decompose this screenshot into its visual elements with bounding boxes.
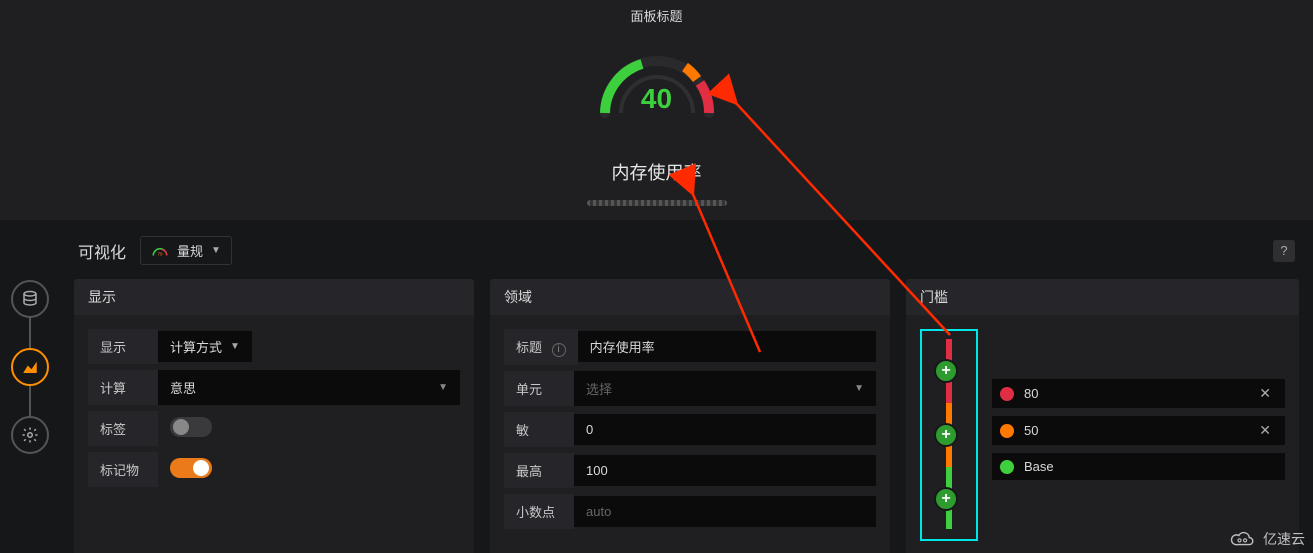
gauge-value: 40 <box>587 83 727 115</box>
decimals-input[interactable] <box>574 496 876 527</box>
chevron-down-icon: ▼ <box>211 245 221 256</box>
info-icon[interactable]: i <box>552 343 566 357</box>
tags-toggle[interactable] <box>170 417 212 437</box>
threshold-row: ✕ <box>992 379 1285 408</box>
remove-threshold-button[interactable]: ✕ <box>1253 422 1277 439</box>
watermark-text: 亿速云 <box>1263 529 1305 549</box>
threshold-row: ✕ <box>992 416 1285 445</box>
add-threshold-button[interactable]: + <box>934 359 958 383</box>
chevron-down-icon: ▼ <box>438 382 448 393</box>
threshold-value-input[interactable] <box>1024 386 1253 401</box>
svg-text:79: 79 <box>158 251 164 256</box>
topbar: 可视化 79 量规 ▼ ? <box>78 236 1295 265</box>
field-card: 领域 标题 i 单元 选择 ▼ <box>490 279 890 553</box>
max-label: 最高 <box>504 453 574 488</box>
resize-handle[interactable] <box>587 200 727 206</box>
threshold-value-input[interactable] <box>1024 459 1277 474</box>
gauge-icon: 79 <box>151 245 169 257</box>
gauge: 40 内存使用率 <box>0 33 1313 185</box>
remove-threshold-button[interactable]: ✕ <box>1253 385 1277 402</box>
editor-area: 可视化 79 量规 ▼ ? 显示 显示 计 <box>0 220 1313 553</box>
editor-main: 可视化 79 量规 ▼ ? 显示 显示 计 <box>60 220 1313 553</box>
calc-label: 计算 <box>88 370 158 405</box>
threshold-list: ✕ ✕ <box>992 329 1285 541</box>
chevron-down-icon: ▼ <box>854 383 864 394</box>
database-icon <box>21 290 39 308</box>
calc-select[interactable]: 意思 ▼ <box>158 370 460 405</box>
chart-icon <box>21 358 39 376</box>
tab-visualization[interactable] <box>11 348 49 386</box>
markers-toggle[interactable] <box>170 458 212 478</box>
help-button[interactable]: ? <box>1273 240 1295 262</box>
thresholds-card-header: 门槛 <box>906 279 1299 315</box>
add-threshold-button[interactable]: + <box>934 487 958 511</box>
unit-select[interactable]: 选择 ▼ <box>574 371 876 406</box>
add-threshold-button[interactable]: + <box>934 423 958 447</box>
threshold-scale: + + + <box>920 329 978 541</box>
watermark: 亿速云 <box>1229 529 1305 549</box>
viz-type-label: 量规 <box>177 241 203 260</box>
field-card-header: 领域 <box>490 279 890 315</box>
min-input[interactable] <box>574 414 876 445</box>
chevron-down-icon: ▼ <box>230 341 240 352</box>
show-select[interactable]: 计算方式 ▼ <box>158 331 252 362</box>
show-label: 显示 <box>88 329 158 364</box>
tab-general[interactable] <box>11 416 49 454</box>
cloud-icon <box>1229 530 1257 548</box>
display-card: 显示 显示 计算方式 ▼ 计算 意思 ▼ <box>74 279 474 553</box>
tab-queries[interactable] <box>11 280 49 318</box>
threshold-color-dot[interactable] <box>1000 424 1014 438</box>
threshold-color-dot[interactable] <box>1000 460 1014 474</box>
min-label: 敏 <box>504 412 574 447</box>
side-rail <box>0 220 60 553</box>
preview-panel: 面板标题 40 内存使用率 <box>0 0 1313 220</box>
unit-label: 单元 <box>504 371 574 406</box>
tags-label: 标签 <box>88 411 158 446</box>
display-card-header: 显示 <box>74 279 474 315</box>
viz-type-select[interactable]: 79 量规 ▼ <box>140 236 232 265</box>
gauge-label: 内存使用率 <box>612 159 702 185</box>
section-title: 可视化 <box>78 239 126 263</box>
decimals-label: 小数点 <box>504 494 574 529</box>
threshold-value-input[interactable] <box>1024 423 1253 438</box>
title-input[interactable] <box>578 331 876 362</box>
panel-title: 面板标题 <box>0 0 1313 29</box>
title-field-label: 标题 i <box>504 329 578 365</box>
markers-label: 标记物 <box>88 452 158 487</box>
threshold-color-dot[interactable] <box>1000 387 1014 401</box>
max-input[interactable] <box>574 455 876 486</box>
threshold-row <box>992 453 1285 480</box>
gear-icon <box>21 426 39 444</box>
thresholds-card: 门槛 + + + <box>906 279 1299 553</box>
